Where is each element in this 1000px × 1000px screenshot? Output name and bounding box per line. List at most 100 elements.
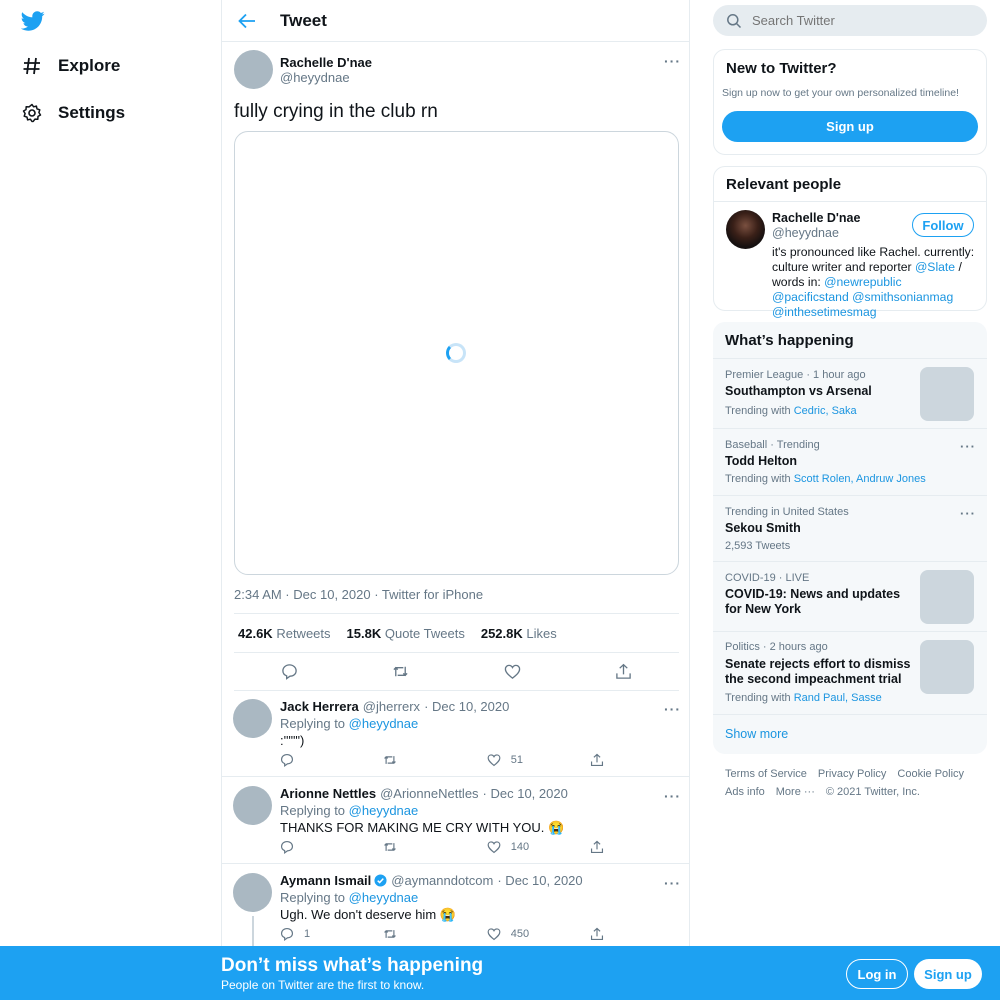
twitter-bird-icon[interactable] xyxy=(21,9,45,33)
share-icon xyxy=(591,840,604,854)
reply-button[interactable] xyxy=(280,840,383,854)
more-options-icon[interactable]: ··· xyxy=(664,702,681,716)
reply-author-name[interactable]: Aymann Ismail xyxy=(280,873,371,888)
replying-to-link[interactable]: @heyydnae xyxy=(349,890,419,905)
reply-date[interactable]: · Dec 10, 2020 xyxy=(424,699,509,714)
nav-explore[interactable]: Explore xyxy=(22,56,120,76)
reply-icon xyxy=(280,753,294,767)
trend-item[interactable]: Baseball · Trending Todd Helton Trending… xyxy=(713,428,987,495)
reply-text: THANKS FOR MAKING ME CRY WITH YOU. 😭 xyxy=(280,820,565,835)
search-input[interactable] xyxy=(752,13,952,28)
sign-up-button[interactable]: Sign up xyxy=(722,111,978,142)
sign-up-button[interactable]: Sign up xyxy=(914,959,982,989)
terms-link[interactable]: Terms of Service xyxy=(725,768,807,780)
quote-tweets-count: 15.8K xyxy=(346,625,382,641)
like-icon xyxy=(487,928,501,941)
more-options-icon[interactable]: ··· xyxy=(960,439,976,454)
footer-links-row-1: Terms of Service Privacy Policy Cookie Pol… xyxy=(725,768,975,780)
ads-info-link[interactable]: Ads info xyxy=(725,786,765,798)
tweet-media[interactable] xyxy=(234,131,679,575)
bio-mention-link[interactable]: @smithsonianmag xyxy=(852,290,953,304)
reply-button[interactable] xyxy=(280,753,383,767)
whats-happening-card: What’s happening Premier League · 1 hour… xyxy=(713,322,987,754)
reply-tweet[interactable]: Jack Herrera @jherrerx · Dec 10, 2020 ··… xyxy=(222,690,690,777)
share-button[interactable] xyxy=(590,840,610,854)
more-options-icon[interactable]: ··· xyxy=(664,54,681,68)
trend-item[interactable]: COVID-19 · LIVE COVID-19: News and updat… xyxy=(713,561,987,631)
banner-subtitle: People on Twitter are the first to know. xyxy=(221,978,425,992)
trend-related-links[interactable]: Scott Rolen, Andruw Jones xyxy=(794,473,926,485)
avatar[interactable] xyxy=(233,873,272,912)
retweet-button[interactable] xyxy=(383,927,486,941)
avatar[interactable] xyxy=(726,210,765,249)
quote-tweets-stat[interactable]: 15.8K Quote Tweets xyxy=(347,626,465,641)
divider xyxy=(714,201,986,202)
reply-tweet[interactable]: Aymann Ismail @aymanndotcom · Dec 10, 20… xyxy=(222,864,690,956)
tweet-timestamp[interactable]: 2:34 AM · Dec 10, 2020 · Twitter for iPh… xyxy=(234,587,483,602)
bio-mention-link[interactable]: @inthesetimesmag xyxy=(772,305,877,319)
reply-author-handle[interactable]: @ArionneNettles xyxy=(380,786,478,801)
like-icon[interactable] xyxy=(504,663,521,680)
replying-to-label: Replying to xyxy=(280,803,346,818)
bio-mention-link[interactable]: @pacificstand xyxy=(772,290,849,304)
trend-related-links[interactable]: Cedric, Saka xyxy=(794,405,857,417)
likes-stat[interactable]: 252.8K Likes xyxy=(481,626,557,641)
like-button[interactable]: 140 xyxy=(487,840,590,854)
reply-icon[interactable] xyxy=(281,663,298,680)
author-handle[interactable]: @heyydnae xyxy=(280,70,350,85)
like-icon xyxy=(487,754,501,767)
reply-author-handle[interactable]: @aymanndotcom xyxy=(391,873,493,888)
reply-button[interactable]: 1 xyxy=(280,927,383,941)
cookie-link[interactable]: Cookie Policy xyxy=(897,768,964,780)
replying-to-link[interactable]: @heyydnae xyxy=(349,803,419,818)
retweet-icon[interactable] xyxy=(392,663,409,680)
follow-button[interactable]: Follow xyxy=(912,213,974,237)
retweet-button[interactable] xyxy=(383,840,486,854)
more-link[interactable]: More ··· xyxy=(776,786,815,798)
trend-related-links[interactable]: Rand Paul, Sasse xyxy=(794,692,882,704)
privacy-link[interactable]: Privacy Policy xyxy=(818,768,886,780)
avatar[interactable] xyxy=(233,786,272,825)
bio-mention-link[interactable]: @newrepublic xyxy=(824,275,901,289)
reply-header: Arionne Nettles @ArionneNettles · Dec 10… xyxy=(280,786,568,801)
reply-date[interactable]: · Dec 10, 2020 xyxy=(497,873,582,888)
nav-settings[interactable]: Settings xyxy=(22,103,125,123)
share-icon[interactable] xyxy=(615,663,632,680)
reply-author-handle[interactable]: @jherrerx xyxy=(363,699,420,714)
like-button[interactable]: 51 xyxy=(487,753,590,767)
like-button[interactable]: 450 xyxy=(487,927,590,941)
trend-item[interactable]: Premier League · 1 hour ago Southampton … xyxy=(713,358,987,428)
search-bar[interactable] xyxy=(713,5,987,36)
relevant-people-card: Relevant people Rachelle D'nae @heyydnae… xyxy=(713,166,987,319)
more-options-icon[interactable]: ··· xyxy=(664,876,681,890)
more-options-icon[interactable]: ··· xyxy=(960,506,976,521)
like-count: 450 xyxy=(510,928,530,940)
trend-item[interactable]: Trending in United States Sekou Smith 2,… xyxy=(713,495,987,561)
log-in-button[interactable]: Log in xyxy=(846,959,908,989)
likes-count: 252.8K xyxy=(480,625,523,641)
trend-title: COVID-19: News and updates for New York xyxy=(725,587,901,616)
replying-to-link[interactable]: @heyydnae xyxy=(349,716,419,731)
retweet-icon xyxy=(384,843,397,851)
reply-date[interactable]: · Dec 10, 2020 xyxy=(483,786,568,801)
avatar[interactable] xyxy=(233,699,272,738)
reply-author-name[interactable]: Jack Herrera xyxy=(280,699,359,714)
retweets-stat[interactable]: 42.6K Retweets xyxy=(238,626,331,641)
reply-author-name[interactable]: Arionne Nettles xyxy=(280,786,376,801)
avatar[interactable] xyxy=(234,50,273,89)
bio-mention-link[interactable]: @Slate xyxy=(915,260,955,274)
share-button[interactable] xyxy=(590,927,610,941)
reply-tweet[interactable]: Arionne Nettles @ArionneNettles · Dec 10… xyxy=(222,777,690,864)
relevant-name[interactable]: Rachelle D'nae xyxy=(772,211,860,225)
relevant-handle[interactable]: @heyydnae xyxy=(772,226,839,240)
retweet-button[interactable] xyxy=(383,753,486,767)
trend-meta: Trending in United States xyxy=(725,506,849,518)
show-more-link[interactable]: Show more xyxy=(725,727,788,741)
verified-badge-icon xyxy=(374,874,387,887)
trend-item[interactable]: Politics · 2 hours ago Senate rejects ef… xyxy=(713,631,987,714)
share-button[interactable] xyxy=(590,753,610,767)
more-options-icon[interactable]: ··· xyxy=(664,789,681,803)
back-arrow-icon[interactable] xyxy=(237,11,257,31)
author-name[interactable]: Rachelle D'nae xyxy=(280,55,372,70)
replying-to-label: Replying to xyxy=(280,716,346,731)
